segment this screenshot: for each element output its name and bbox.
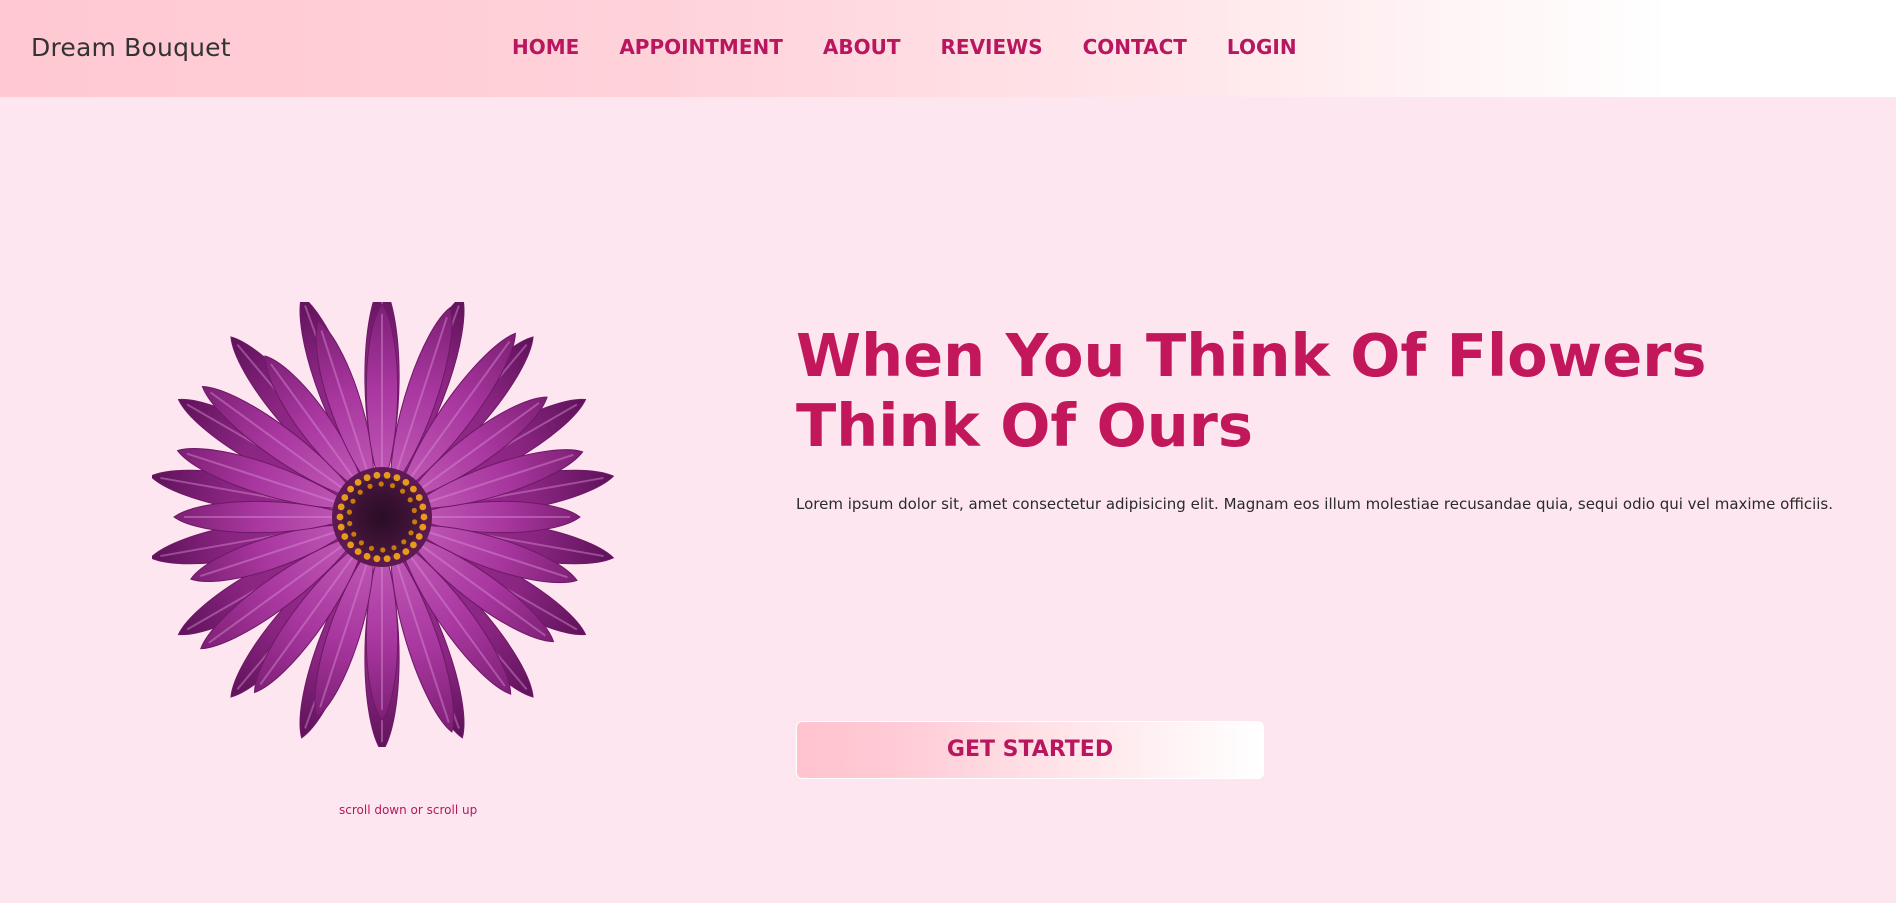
hero-section: scroll down or scroll up When You Think … <box>0 97 1896 905</box>
nav-about[interactable]: ABOUT <box>823 35 901 59</box>
get-started-button[interactable]: GET STARTED <box>796 721 1264 779</box>
headline-line-1: When You Think Of Flowers <box>796 321 1707 390</box>
nav-reviews[interactable]: REVIEWS <box>941 35 1043 59</box>
brand-logo-text[interactable]: Dream Bouquet <box>31 33 231 62</box>
site-header: Dream Bouquet HOME APPOINTMENT ABOUT REV… <box>0 0 1896 97</box>
nav-contact[interactable]: CONTACT <box>1083 35 1187 59</box>
nav-appointment[interactable]: APPOINTMENT <box>619 35 783 59</box>
scroll-hint: scroll down or scroll up <box>339 803 478 817</box>
main-nav: HOME APPOINTMENT ABOUT REVIEWS CONTACT L… <box>512 35 1297 59</box>
flower-image <box>149 281 642 753</box>
nav-login[interactable]: LOGIN <box>1227 35 1297 59</box>
hero-headline: When You Think Of Flowers Think Of Ours <box>796 321 1846 461</box>
purple-daisy-flower-icon <box>149 281 615 753</box>
nav-home[interactable]: HOME <box>512 35 579 59</box>
hero-description: Lorem ipsum dolor sit, amet consectetur … <box>796 495 1834 513</box>
headline-line-2: Think Of Ours <box>796 391 1253 460</box>
